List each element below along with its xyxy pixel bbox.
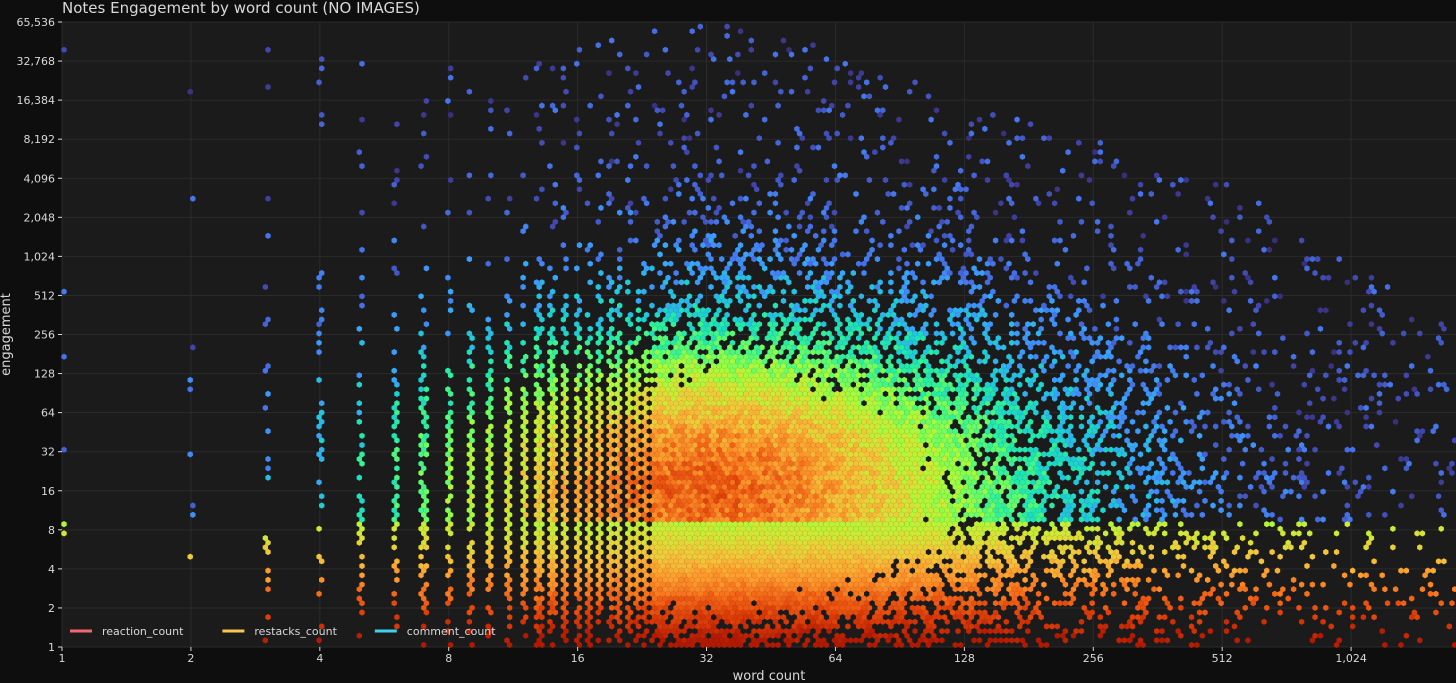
hexbin-chart: 1 2 4 8 16 32 64 128 256 512 1,0241248163264128256… (0, 0, 1456, 683)
chart-container: 1 2 4 8 16 32 64 128 256 512 1,024 1 2 4 8 16 32 64 128 256… (0, 0, 1456, 683)
